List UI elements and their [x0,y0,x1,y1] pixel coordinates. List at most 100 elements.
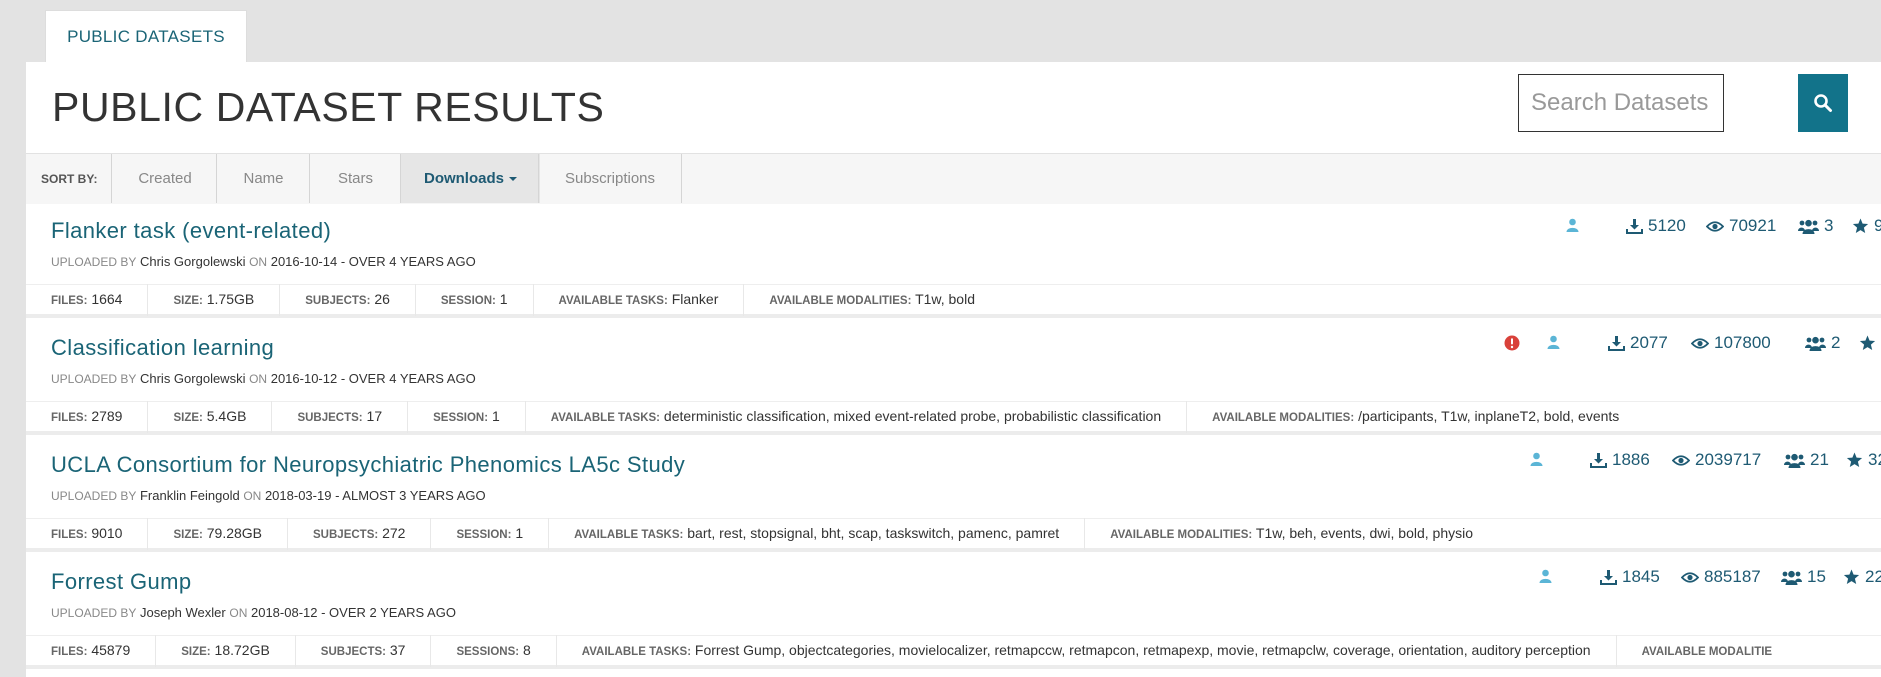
views-stat: 2039717 [1672,450,1761,470]
modalities-field: AVAILABLE MODALITIE [1617,635,1798,667]
uploaded-by-label: UPLOADED BY [51,372,137,386]
size-label: SIZE: [173,412,203,424]
warning-icon[interactable] [1504,335,1520,351]
users-icon [1784,453,1805,468]
users-icon [1805,336,1826,351]
followers-count: 3 [1824,216,1834,235]
star-icon [1852,218,1869,234]
subjects-label: SUBJECTS: [313,529,379,541]
subjects-value: 37 [389,642,406,658]
session-value: 1 [499,291,508,307]
users-icon [1781,570,1802,585]
followers-stat: 21 [1784,450,1829,470]
stars-count: 22 [1865,567,1881,586]
size-label: SIZE: [173,295,203,307]
size-field: SIZE: 18.72GB [156,635,296,667]
session-value: 1 [491,408,500,424]
subjects-field: SUBJECTS: 17 [272,401,409,433]
sort-stars-button[interactable]: Stars [309,154,401,203]
dataset-row: Forrest Gump UPLOADED BY Joseph Wexler ON… [26,555,1881,669]
eye-icon [1706,220,1724,233]
files-field: FILES: 2789 [26,401,149,433]
modalities-label: AVAILABLE MODALITIES: [769,295,912,307]
sort-stars-label: Stars [337,170,373,187]
modalities-field: AVAILABLE MODALITIES: T1w, beh, events, … [1085,518,1498,550]
modalities-label: AVAILABLE MODALITIE [1641,646,1773,658]
tasks-value: deterministic classification, mixed even… [663,408,1162,424]
sort-downloads-button[interactable]: Downloads [400,154,540,203]
views-count: 107800 [1714,333,1771,352]
dataset-title-link[interactable]: Forrest Gump [51,569,192,595]
main-panel: PUBLIC DATASET RESULTS SORT BY: Created … [26,62,1881,677]
session-field: SESSIONS: 8 [431,635,557,667]
dataset-meta: FILES: 9010 SIZE: 79.28GB SUBJECTS: 272 SES… [26,518,1881,550]
sort-subscriptions-label: Subscriptions [564,170,656,187]
download-icon [1626,218,1643,234]
dataset-title-link[interactable]: UCLA Consortium for Neuropsychiatric Phe… [51,452,685,478]
eye-icon [1691,337,1709,350]
files-value: 45879 [91,642,131,658]
sort-name-button[interactable]: Name [216,154,310,203]
size-value: 5.4GB [206,408,247,424]
modalities-label: AVAILABLE MODALITIES: [1212,412,1355,424]
download-icon [1590,452,1607,468]
size-value: 79.28GB [206,525,263,541]
sort-bar: SORT BY: Created Name Stars Downloads Su… [26,153,1881,206]
tasks-value: Flanker [671,291,719,307]
search-button[interactable] [1798,74,1848,132]
views-stat: 885187 [1681,567,1761,587]
subjects-field: SUBJECTS: 37 [296,635,432,667]
modalities-label: AVAILABLE MODALITIES: [1110,529,1253,541]
subjects-value: 17 [366,408,383,424]
size-value: 18.72GB [214,642,270,658]
views-stat: 107800 [1691,333,1771,353]
files-label: FILES: [51,529,88,541]
user-icon [1547,335,1560,349]
dataset-uploader-line: UPLOADED BY Joseph Wexler ON 2018-08-12 … [51,605,456,620]
followers-stat: 2 [1805,333,1840,353]
files-value: 9010 [91,525,123,541]
dataset-title-link[interactable]: Classification learning [51,335,274,361]
session-value: 1 [515,525,524,541]
downloads-stat: 5120 [1626,216,1686,236]
dataset-meta: FILES: 1664 SIZE: 1.75GB SUBJECTS: 26 SESSI… [26,284,1881,316]
session-label: SESSIONS: [456,646,520,658]
sort-downloads-label: Downloads [423,170,504,187]
user-icon [1566,218,1579,232]
modalities-value: T1w, bold [915,291,975,307]
downloads-stat: 1845 [1600,567,1660,587]
tasks-label: AVAILABLE TASKS: [558,295,668,307]
files-label: FILES: [51,295,88,307]
uploaded-by-label: UPLOADED BY [51,255,137,269]
tasks-field: AVAILABLE TASKS: Flanker [534,284,745,316]
dataset-uploader-line: UPLOADED BY Chris Gorgolewski ON 2016-10… [51,371,476,386]
upload-date: 2016-10-12 - OVER 4 YEARS AGO [270,371,476,386]
dataset-meta: FILES: 45879 SIZE: 18.72GB SUBJECTS: 37 SES… [26,635,1881,667]
downloads-count: 1886 [1612,450,1650,469]
dataset-title-link[interactable]: Flanker task (event-related) [51,218,331,244]
session-field: SESSION: 1 [408,401,526,433]
download-icon [1608,335,1625,351]
stars-stat: 32 [1846,450,1881,470]
dataset-row: Flanker task (event-related) UPLOADED BY … [26,204,1881,318]
views-stat: 70921 [1706,216,1776,236]
size-label: SIZE: [181,646,211,658]
subjects-field: SUBJECTS: 272 [288,518,432,550]
sort-subscriptions-button[interactable]: Subscriptions [538,154,681,203]
size-value: 1.75GB [206,291,255,307]
users-icon [1798,219,1819,234]
search-input[interactable] [1518,74,1724,132]
upload-date: 2018-03-19 - ALMOST 3 YEARS AGO [264,488,486,503]
files-label: FILES: [51,646,88,658]
dataset-uploader-line: UPLOADED BY Chris Gorgolewski ON 2016-10… [51,254,476,269]
sort-name-label: Name [243,170,284,187]
dataset-meta: FILES: 2789 SIZE: 5.4GB SUBJECTS: 17 SESSIO… [26,401,1881,433]
modalities-value: T1w, beh, events, dwi, bold, physio [1255,525,1474,541]
tab-public-datasets[interactable]: PUBLIC DATASETS [45,10,247,62]
modalities-field: AVAILABLE MODALITIES: T1w, bold [744,284,1000,316]
sort-created-button[interactable]: Created [111,154,218,203]
stars-count: 32 [1868,450,1881,469]
downloads-count: 2077 [1630,333,1668,352]
page-title: PUBLIC DATASET RESULTS [52,84,605,130]
upload-date: 2016-10-14 - OVER 4 YEARS AGO [270,254,476,269]
